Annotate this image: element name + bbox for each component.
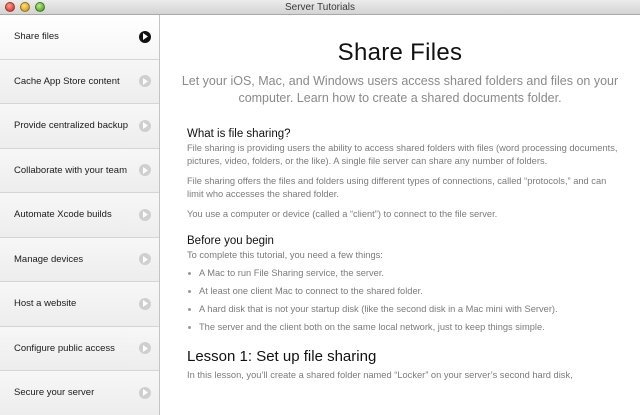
sidebar-item-secure-server[interactable]: Secure your server xyxy=(0,371,159,415)
chevron-right-circle-icon xyxy=(139,297,151,310)
paragraph: In this lesson, you’ll create a shared f… xyxy=(187,370,573,380)
section-lesson-1: Lesson 1: Set up file sharing In this le… xyxy=(187,348,619,382)
chevron-right-circle-icon xyxy=(139,253,151,266)
list-item: At least one client Mac to connect to th… xyxy=(187,285,619,298)
list-item: The server and the client both on the sa… xyxy=(187,321,619,334)
app-window: Server Tutorials Share files Cache App S… xyxy=(0,0,640,415)
section-before-you-begin: Before you begin To complete this tutori… xyxy=(187,235,619,334)
title-bar: Server Tutorials xyxy=(0,0,640,15)
sidebar-item-xcode-builds[interactable]: Automate Xcode builds xyxy=(0,193,159,238)
chevron-right-circle-icon xyxy=(139,342,151,355)
chevron-right-circle-icon xyxy=(139,386,151,399)
chevron-right-circle-icon xyxy=(139,208,151,221)
section-heading: What is file sharing? xyxy=(187,128,291,140)
sidebar-item-manage-devices[interactable]: Manage devices xyxy=(0,237,159,282)
list-item: A Mac to run File Sharing service, the s… xyxy=(187,267,619,280)
chevron-right-circle-icon xyxy=(139,75,151,88)
sidebar-item-label: Provide centralized backup xyxy=(14,120,129,132)
section-heading: Before you begin xyxy=(187,235,274,247)
sidebar-item-cache-app-store[interactable]: Cache App Store content xyxy=(0,59,159,104)
sidebar-item-label: Secure your server xyxy=(14,387,95,399)
chevron-right-circle-icon xyxy=(139,119,151,132)
sidebar-item-label: Collaborate with your team xyxy=(14,164,127,176)
sidebar-item-label: Manage devices xyxy=(14,253,84,265)
sidebar: Share files Cache App Store content Prov… xyxy=(0,15,160,415)
sidebar-item-collaborate[interactable]: Collaborate with your team xyxy=(0,148,159,193)
sidebar-item-label: Share files xyxy=(14,31,59,43)
page-subtitle: Let your iOS, Mac, and Windows users acc… xyxy=(181,74,619,105)
window-title: Server Tutorials xyxy=(284,2,356,13)
sidebar-item-label: Automate Xcode builds xyxy=(14,209,112,221)
chevron-right-circle-icon xyxy=(139,164,151,177)
paragraph: To complete this tutorial, you need a fe… xyxy=(187,250,383,260)
sidebar-item-host-website[interactable]: Host a website xyxy=(0,282,159,327)
sidebar-item-share-files[interactable]: Share files xyxy=(0,15,159,60)
tutorial-body: What is file sharing? File sharing is pr… xyxy=(187,128,619,392)
requirements-list: A Mac to run File Sharing service, the s… xyxy=(187,267,619,334)
page-title: Share Files xyxy=(337,39,463,66)
section-what-is-file-sharing: What is file sharing? File sharing is pr… xyxy=(187,128,619,221)
paragraph: You use a computer or device (called a “… xyxy=(187,209,498,219)
content-scrollbar[interactable] xyxy=(632,15,640,415)
sidebar-item-label: Configure public access xyxy=(14,342,115,354)
list-item: A hard disk that is not your startup dis… xyxy=(187,303,619,316)
lesson-heading: Lesson 1: Set up file sharing xyxy=(187,348,377,365)
tutorial-content: Share Files Let your iOS, Mac, and Windo… xyxy=(160,15,640,415)
sidebar-item-label: Cache App Store content xyxy=(14,75,120,87)
paragraph: File sharing offers the files and folder… xyxy=(187,176,607,199)
scroll-thumb[interactable] xyxy=(634,17,639,107)
paragraph: File sharing is providing users the abil… xyxy=(187,143,618,166)
sidebar-item-centralized-backup[interactable]: Provide centralized backup xyxy=(0,104,159,149)
sidebar-item-label: Host a website xyxy=(14,298,77,310)
sidebar-item-public-access[interactable]: Configure public access xyxy=(0,326,159,371)
chevron-right-circle-icon xyxy=(139,30,151,43)
